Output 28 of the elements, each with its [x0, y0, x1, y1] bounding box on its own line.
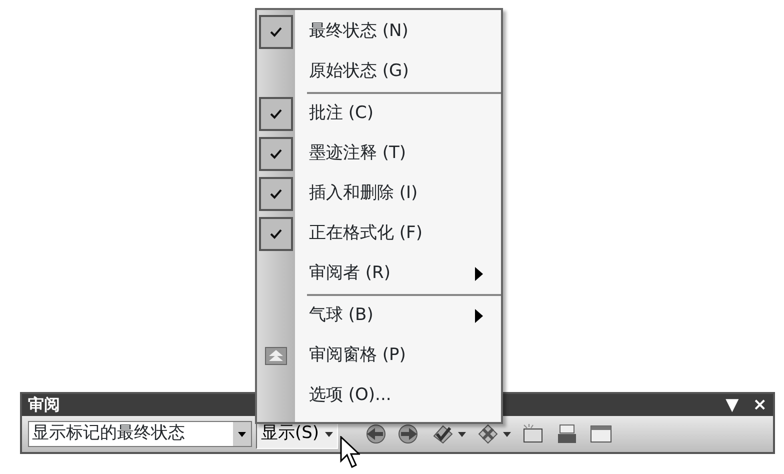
caret-icon: [238, 432, 246, 436]
menu-item[interactable]: 正在格式化 (F): [257, 214, 501, 254]
menu-item[interactable]: 最终状态 (N): [257, 12, 501, 52]
check-icon: [270, 27, 282, 37]
caret-icon[interactable]: [458, 432, 466, 436]
options-button[interactable]: ▼: [726, 396, 739, 414]
check-icon: [270, 109, 282, 119]
submenu-arrow-icon: [475, 266, 483, 281]
menu-item[interactable]: 选项 (O)...: [257, 376, 501, 416]
window-title: 审阅: [28, 394, 60, 416]
menu-item[interactable]: 墨迹注释 (T): [257, 134, 501, 174]
menu-item[interactable]: 审阅窗格 (P): [257, 336, 501, 376]
mouse-cursor-icon: [340, 436, 360, 468]
markup-dropdown[interactable]: 显示标记的最终状态: [28, 421, 252, 447]
menu-item[interactable]: 审阅者 (R): [257, 254, 501, 294]
menu-item[interactable]: 原始状态 (G): [257, 52, 501, 92]
menu-item[interactable]: 批注 (C): [257, 94, 501, 134]
caret-icon[interactable]: [503, 432, 512, 436]
reject-change-icon[interactable]: [476, 422, 500, 446]
check-icon: [270, 229, 282, 239]
menu-item[interactable]: 插入和删除 (I): [257, 174, 501, 214]
check-icon: [270, 189, 282, 199]
close-button[interactable]: ×: [752, 396, 767, 414]
pane-icon: [265, 347, 287, 365]
check-icon: [270, 149, 282, 159]
caret-icon: [325, 432, 334, 436]
submenu-arrow-icon: [475, 308, 483, 323]
menu-item[interactable]: 气球 (B): [257, 296, 501, 336]
